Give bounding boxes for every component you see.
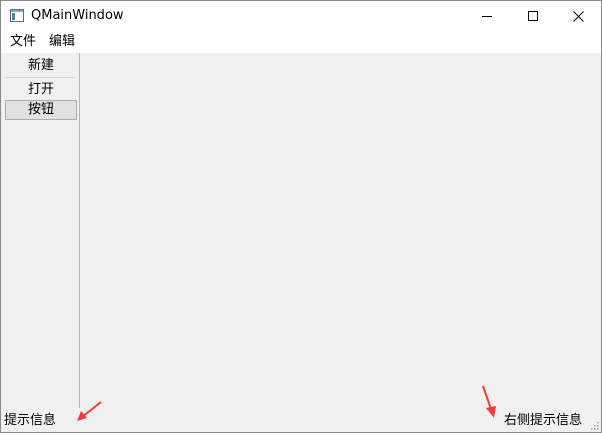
open-button[interactable]: 打开 [5, 80, 77, 100]
menu-edit[interactable]: 编辑 [48, 34, 76, 50]
title-bar[interactable]: QMainWindow [1, 1, 601, 31]
left-toolbar: 新建 打开 按钮 [1, 53, 80, 408]
window-icon [10, 9, 24, 22]
arrow-icon [77, 401, 102, 421]
status-message: 提示信息 [4, 413, 57, 428]
main-window: QMainWindow 文件 编辑 新建 打开 按钮 提示信息 右侧提示信息 [0, 0, 602, 433]
custom-button[interactable]: 按钮 [5, 100, 77, 120]
maximize-icon [528, 11, 538, 21]
window-title: QMainWindow [31, 8, 124, 23]
size-grip-icon[interactable] [589, 420, 599, 430]
menu-file[interactable]: 文件 [9, 34, 37, 50]
central-widget [80, 53, 601, 408]
maximize-button[interactable] [510, 1, 556, 31]
minimize-button[interactable] [464, 1, 510, 31]
arrow-icon [482, 385, 496, 418]
close-icon [572, 10, 584, 22]
toolbar-separator [5, 77, 75, 78]
status-permanent-message: 右侧提示信息 [503, 413, 582, 428]
menu-bar: 文件 编辑 [1, 31, 601, 53]
close-button[interactable] [555, 1, 601, 31]
new-button[interactable]: 新建 [5, 56, 77, 76]
minimize-icon [482, 16, 492, 17]
